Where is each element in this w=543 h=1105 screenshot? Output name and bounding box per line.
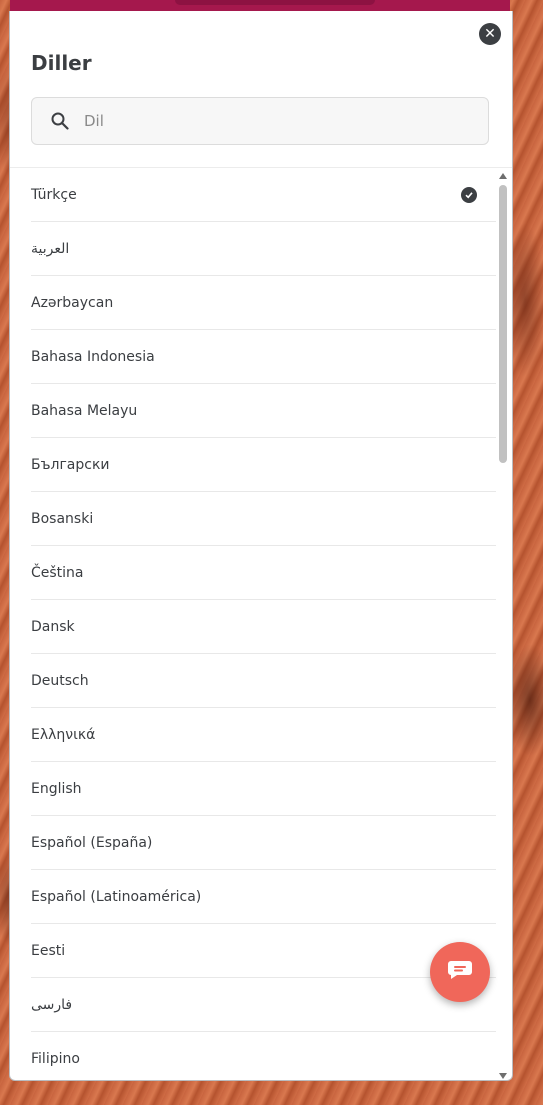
- language-item[interactable]: Dansk: [31, 600, 496, 654]
- language-item[interactable]: Ελληνικά: [31, 708, 496, 762]
- language-item[interactable]: Türkçe: [31, 168, 496, 222]
- chat-button[interactable]: [430, 942, 490, 1002]
- language-item[interactable]: Deutsch: [31, 654, 496, 708]
- language-label: Eesti: [31, 942, 66, 959]
- language-label: العربية: [31, 240, 70, 257]
- language-item[interactable]: Español (Latinoamérica): [31, 870, 496, 924]
- language-label: Ελληνικά: [31, 726, 96, 743]
- language-label: Dansk: [31, 618, 75, 635]
- language-item[interactable]: العربية: [31, 222, 496, 276]
- top-bar: [10, 0, 510, 11]
- search-input[interactable]: [82, 111, 488, 131]
- language-label: Español (España): [31, 834, 153, 851]
- language-item[interactable]: Eesti: [31, 924, 496, 978]
- language-item[interactable]: Español (España): [31, 816, 496, 870]
- language-label: فارسی: [31, 996, 73, 1013]
- language-label: Bahasa Melayu: [31, 402, 138, 419]
- search-icon: [50, 111, 70, 131]
- scroll-thumb[interactable]: [499, 185, 507, 463]
- language-label: Deutsch: [31, 672, 89, 689]
- top-bar-pill: [175, 0, 375, 5]
- close-icon: ✕: [484, 26, 496, 42]
- chat-icon: [447, 959, 473, 985]
- modal-title: Diller: [31, 51, 92, 75]
- languages-modal: ✕ Diller Türkçe العربية Azərbaycan Bahas…: [9, 11, 513, 1081]
- scrollbar[interactable]: [496, 171, 510, 1080]
- language-item[interactable]: Azərbaycan: [31, 276, 496, 330]
- scroll-down-arrow-icon[interactable]: [499, 1073, 507, 1079]
- language-item[interactable]: Български: [31, 438, 496, 492]
- language-item[interactable]: Čeština: [31, 546, 496, 600]
- language-label: Türkçe: [31, 186, 77, 203]
- close-button[interactable]: ✕: [479, 23, 501, 45]
- search-box[interactable]: [31, 97, 489, 145]
- language-item[interactable]: English: [31, 762, 496, 816]
- language-label: Bosanski: [31, 510, 94, 527]
- scroll-up-arrow-icon[interactable]: [499, 173, 507, 179]
- language-item[interactable]: Filipino: [31, 1032, 496, 1080]
- language-label: Filipino: [31, 1050, 80, 1067]
- language-item[interactable]: Bahasa Indonesia: [31, 330, 496, 384]
- language-item[interactable]: Bahasa Melayu: [31, 384, 496, 438]
- language-label: Bahasa Indonesia: [31, 348, 155, 365]
- check-icon: [461, 186, 477, 203]
- language-label: Čeština: [31, 564, 84, 581]
- language-list: Türkçe العربية Azərbaycan Bahasa Indones…: [31, 168, 496, 1080]
- language-label: Azərbaycan: [31, 294, 114, 311]
- language-item[interactable]: Bosanski: [31, 492, 496, 546]
- language-label: English: [31, 780, 82, 797]
- language-label: Български: [31, 456, 110, 473]
- language-item[interactable]: فارسی: [31, 978, 496, 1032]
- language-label: Español (Latinoamérica): [31, 888, 202, 905]
